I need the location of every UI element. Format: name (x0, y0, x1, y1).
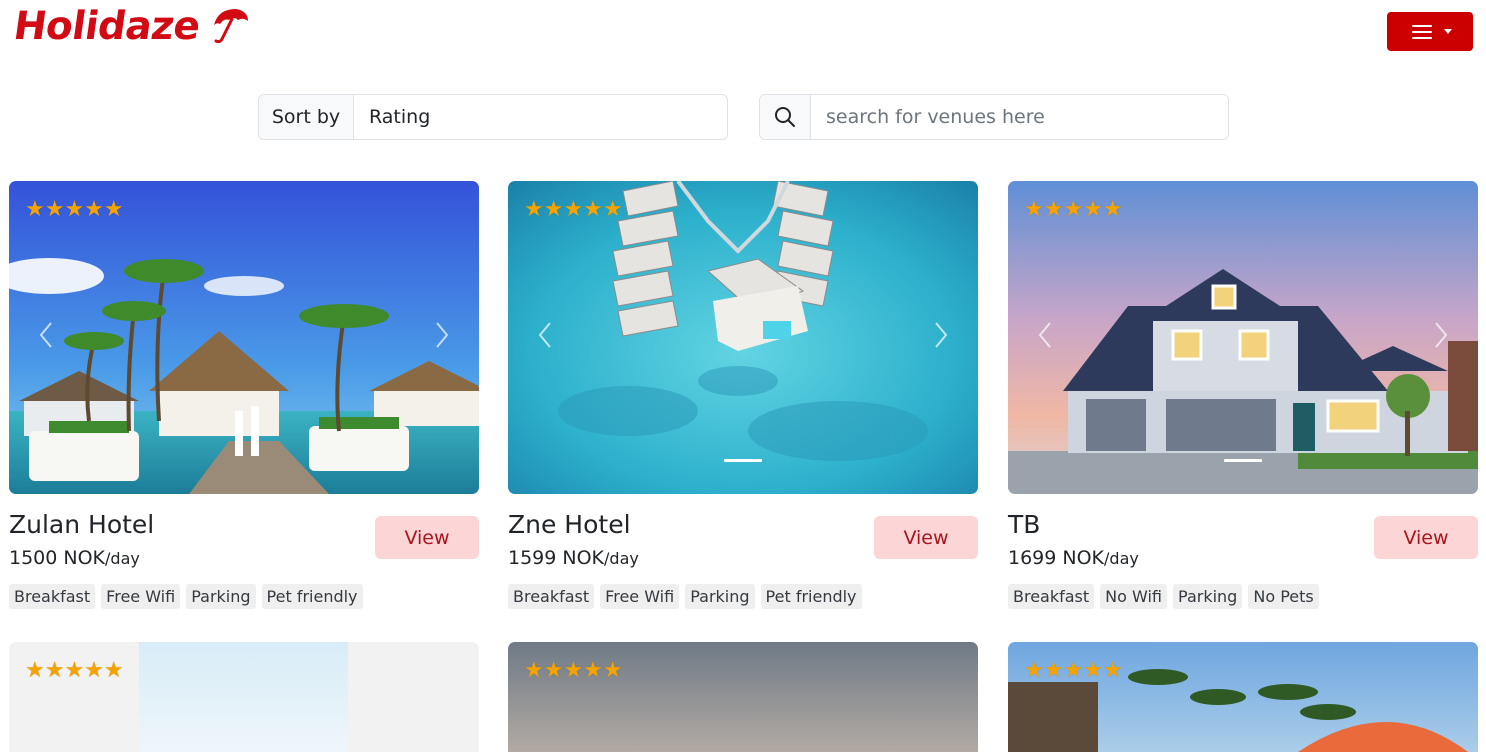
amenity-tags: Breakfast No Wifi Parking No Pets (1008, 584, 1319, 609)
venue-price: 1599 NOK/day (508, 547, 639, 569)
carousel-prev-icon[interactable] (538, 321, 552, 349)
search-input[interactable] (811, 95, 1228, 139)
venue-card: ★★★★★ TB 1699 NOK/day View Breakfast No … (1008, 181, 1478, 609)
umbrella-icon (210, 5, 250, 49)
amenity-tag: Free Wifi (600, 584, 680, 609)
hamburger-icon (1412, 24, 1432, 39)
venue-price: 1699 NOK/day (1008, 547, 1139, 569)
venue-card: ★★★★★ Zne Hotel 1599 NOK/day View Breakf… (508, 181, 978, 609)
rating-stars: ★★★★★ (1024, 658, 1123, 683)
venue-carousel[interactable]: ★★★★★ (508, 181, 978, 494)
sort-value[interactable]: Rating (354, 95, 727, 139)
chevron-down-icon (1444, 29, 1452, 34)
carousel-prev-icon[interactable] (39, 321, 53, 349)
rating-stars: ★★★★★ (25, 197, 124, 222)
amenity-tag: No Wifi (1100, 584, 1168, 609)
rating-stars: ★★★★★ (524, 658, 623, 683)
carousel-next-icon[interactable] (934, 321, 948, 349)
venue-photo (1008, 181, 1478, 494)
amenity-tag: Breakfast (1008, 584, 1095, 609)
carousel-next-icon[interactable] (1434, 321, 1448, 349)
view-button[interactable]: View (874, 516, 978, 559)
brand-name: Holidaze (10, 4, 203, 49)
amenity-tag: Breakfast (9, 584, 96, 609)
rating-stars: ★★★★★ (524, 197, 623, 222)
search-bar[interactable] (759, 94, 1229, 140)
carousel-next-icon[interactable] (435, 321, 449, 349)
carousel-indicator[interactable] (1224, 459, 1262, 462)
venue-name: TB (1008, 510, 1041, 539)
venue-name: Zulan Hotel (9, 510, 155, 539)
rating-stars: ★★★★★ (1024, 197, 1123, 222)
amenity-tag: No Pets (1248, 584, 1319, 609)
venue-carousel[interactable]: ★★★★★ (1008, 181, 1478, 494)
nav-menu-button[interactable] (1387, 12, 1473, 51)
amenity-tag: Breakfast (508, 584, 595, 609)
venue-photo (508, 181, 978, 494)
venue-carousel[interactable]: ★★★★★ (9, 181, 479, 494)
view-button[interactable]: View (1374, 516, 1478, 559)
venue-card: ★★★★★ Zulan Hotel 1500 NOK/day View Brea… (9, 181, 479, 609)
amenity-tags: Breakfast Free Wifi Parking Pet friendly (508, 584, 862, 609)
brand-logo[interactable]: Holidaze (10, 4, 250, 49)
venue-card[interactable]: ★★★★★ (508, 642, 978, 752)
sort-label: Sort by (259, 95, 354, 139)
venue-card[interactable]: ★★★★★ (1008, 642, 1478, 752)
venue-price: 1500 NOK/day (9, 547, 140, 569)
amenity-tag: Parking (186, 584, 256, 609)
view-button[interactable]: View (375, 516, 479, 559)
venue-name: Zne Hotel (508, 510, 631, 539)
amenity-tag: Pet friendly (261, 584, 363, 609)
carousel-prev-icon[interactable] (1038, 321, 1052, 349)
sort-select[interactable]: Sort by Rating (258, 94, 728, 140)
amenity-tag: Free Wifi (101, 584, 181, 609)
carousel-indicator[interactable] (724, 459, 762, 462)
venue-card[interactable]: ★★★★★ (9, 642, 479, 752)
rating-stars: ★★★★★ (25, 658, 124, 683)
search-icon[interactable] (760, 95, 811, 139)
amenity-tag: Parking (685, 584, 755, 609)
amenity-tag: Parking (1173, 584, 1243, 609)
amenity-tag: Pet friendly (760, 584, 862, 609)
amenity-tags: Breakfast Free Wifi Parking Pet friendly (9, 584, 363, 609)
venue-photo (9, 181, 479, 494)
